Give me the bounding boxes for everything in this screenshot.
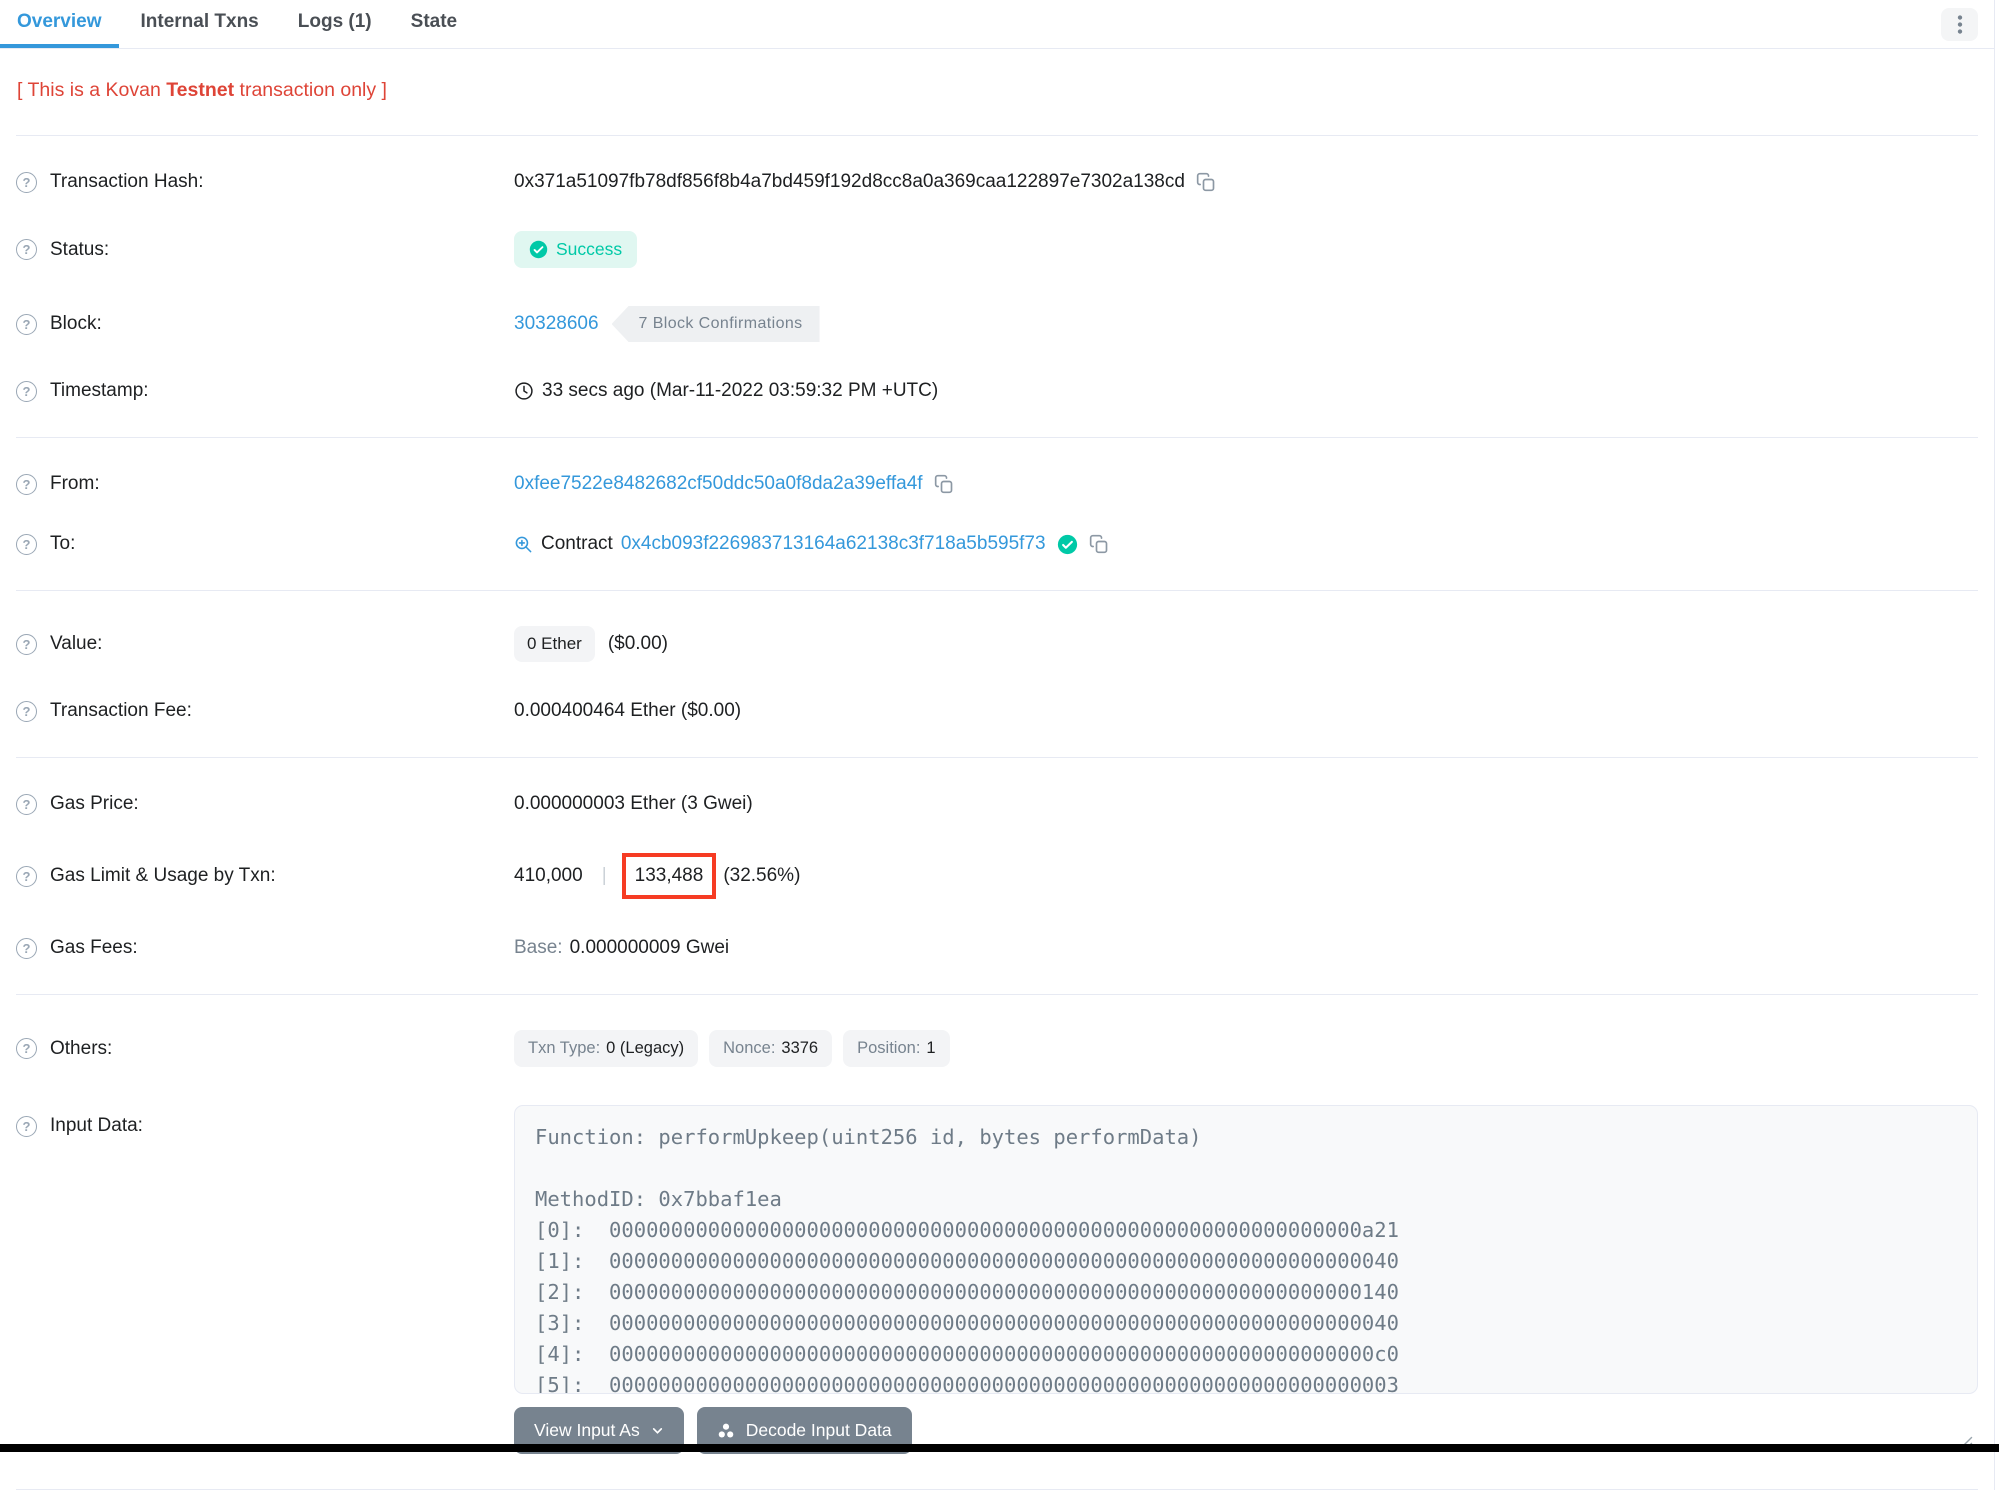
row-input-data: Input Data: Function: performUpkeep(uint…: [0, 1086, 1994, 1473]
row-gas-fees: Gas Fees: Base: 0.000000009 Gwei: [0, 918, 1994, 978]
row-label: Transaction Hash:: [50, 171, 204, 192]
txn-type-badge: Txn Type: 0 (Legacy): [514, 1030, 699, 1067]
ether-value-badge: 0 Ether: [514, 626, 595, 662]
help-icon[interactable]: [16, 313, 37, 335]
help-icon[interactable]: [16, 533, 37, 555]
separator: |: [601, 865, 607, 886]
gas-price-value: 0.000000003 Ether (3 Gwei): [514, 793, 753, 814]
row-label: Gas Price:: [50, 793, 139, 814]
more-options-button[interactable]: [1941, 7, 1978, 41]
gas-limit-value: 410,000: [514, 865, 583, 886]
decode-icon: [717, 1422, 735, 1440]
tab-logs[interactable]: Logs (1): [281, 0, 389, 48]
contract-word: Contract: [541, 533, 613, 554]
help-icon[interactable]: [16, 473, 37, 495]
verified-contract-icon: [1057, 534, 1078, 555]
nonce-badge: Nonce: 3376: [709, 1030, 833, 1067]
row-label: From:: [50, 473, 100, 494]
row-label: Timestamp:: [50, 380, 149, 401]
kebab-icon: [1957, 14, 1963, 35]
help-icon[interactable]: [16, 937, 37, 959]
help-icon[interactable]: [16, 239, 37, 260]
row-label: Input Data:: [50, 1115, 143, 1136]
chevron-down-icon: [651, 1424, 664, 1437]
clock-icon: [514, 381, 534, 401]
row-label: Gas Limit & Usage by Txn:: [50, 865, 276, 886]
block-confirmations-badge: 7 Block Confirmations: [611, 306, 820, 342]
help-icon[interactable]: [16, 171, 37, 193]
row-timestamp: Timestamp: 33 secs ago (Mar-11-2022 03:5…: [0, 361, 1994, 421]
row-transaction-hash: Transaction Hash: 0x371a51097fb78df856f8…: [0, 152, 1994, 212]
row-gas-price: Gas Price: 0.000000003 Ether (3 Gwei): [0, 774, 1994, 834]
tab-overview[interactable]: Overview: [0, 0, 119, 48]
row-value: Value: 0 Ether ($0.00): [0, 607, 1994, 681]
row-from: From: 0xfee7522e8482682cf50ddc50a0f8da2a…: [0, 454, 1994, 514]
to-address-link[interactable]: 0x4cb093f226983713164a62138c3f718a5b595f…: [621, 533, 1046, 555]
help-icon[interactable]: [16, 865, 37, 887]
testnet-notice: [ This is a Kovan Testnet transaction on…: [17, 79, 1978, 102]
help-icon[interactable]: [16, 793, 37, 815]
zoom-contract-icon[interactable]: [514, 535, 533, 554]
transaction-overview-card: Overview Internal Txns Logs (1) State [ …: [0, 0, 1995, 1490]
help-icon[interactable]: [16, 700, 37, 722]
gas-used-value: 133,488: [634, 865, 704, 886]
row-others: Others: Txn Type: 0 (Legacy) Nonce: 3376…: [0, 1011, 1994, 1086]
notice-suffix: transaction only ]: [234, 79, 387, 101]
badge-key: Txn Type:: [528, 1039, 601, 1057]
help-icon[interactable]: [16, 1038, 37, 1059]
timestamp-value: 33 secs ago (Mar-11-2022 03:59:32 PM +UT…: [542, 380, 939, 401]
usd-value: ($0.00): [607, 633, 669, 654]
badge-key: Position:: [857, 1039, 921, 1057]
row-status: Status: Success: [0, 212, 1994, 287]
row-gas-limit-usage: Gas Limit & Usage by Txn: 410,000 | 133,…: [0, 834, 1994, 918]
status-badge: Success: [514, 231, 638, 268]
block-number-link[interactable]: 30328606: [514, 313, 599, 335]
status-text: Success: [556, 239, 623, 259]
help-icon[interactable]: [16, 1115, 37, 1137]
section-summary: Transaction Hash: 0x371a51097fb78df856f8…: [0, 136, 1994, 437]
copy-icon[interactable]: [1089, 534, 1109, 554]
row-transaction-fee: Transaction Fee: 0.000400464 Ether ($0.0…: [0, 681, 1994, 741]
copy-icon[interactable]: [934, 474, 954, 494]
transaction-hash-value: 0x371a51097fb78df856f8b4a7bd459f192d8cc8…: [514, 171, 1185, 192]
row-label: Block:: [50, 313, 102, 334]
view-input-as-label: View Input As: [534, 1420, 640, 1440]
badge-key: Nonce:: [723, 1039, 776, 1057]
notice-bold: Testnet: [166, 79, 235, 101]
help-icon[interactable]: [16, 633, 37, 655]
row-to: To: Contract 0x4cb093f226983713164a62138…: [0, 514, 1994, 574]
section-value: Value: 0 Ether ($0.00) Transaction Fee: …: [0, 591, 1994, 757]
tab-internal-txns[interactable]: Internal Txns: [124, 0, 276, 48]
badge-value: 0 (Legacy): [606, 1039, 685, 1057]
tab-bar: Overview Internal Txns Logs (1) State: [0, 0, 1994, 49]
row-label: To:: [50, 533, 76, 554]
row-label: Status:: [50, 238, 110, 260]
gas-used-percent: (32.56%): [723, 865, 801, 886]
position-badge: Position: 1: [843, 1030, 950, 1067]
base-fee-label: Base:: [514, 937, 563, 958]
success-check-icon: [529, 240, 548, 259]
highlight-annotation-box: 133,488: [621, 853, 717, 899]
row-label: Gas Fees:: [50, 937, 138, 958]
decode-input-data-label: Decode Input Data: [745, 1420, 892, 1440]
bottom-edge-bar: [0, 1444, 1999, 1452]
row-label: Transaction Fee:: [50, 700, 192, 721]
row-label: Value:: [50, 633, 103, 654]
base-fee-value: 0.000000009 Gwei: [569, 937, 730, 958]
from-address-link[interactable]: 0xfee7522e8482682cf50ddc50a0f8da2a39effa…: [514, 473, 923, 495]
section-gas: Gas Price: 0.000000003 Ether (3 Gwei) Ga…: [0, 758, 1994, 994]
transaction-fee-value: 0.000400464 Ether ($0.00): [514, 700, 742, 721]
notice-prefix: [ This is a Kovan: [17, 79, 167, 101]
badge-value: 1: [926, 1039, 936, 1057]
section-addresses: From: 0xfee7522e8482682cf50ddc50a0f8da2a…: [0, 438, 1994, 590]
help-icon[interactable]: [16, 380, 37, 402]
row-label: Others:: [50, 1037, 113, 1059]
section-others: Others: Txn Type: 0 (Legacy) Nonce: 3376…: [0, 995, 1994, 1489]
row-block: Block: 30328606 7 Block Confirmations: [0, 287, 1994, 361]
badge-value: 3376: [781, 1039, 819, 1057]
tab-state[interactable]: State: [394, 0, 474, 48]
copy-icon[interactable]: [1196, 172, 1216, 192]
input-data-textarea[interactable]: Function: performUpkeep(uint256 id, byte…: [514, 1105, 1978, 1394]
